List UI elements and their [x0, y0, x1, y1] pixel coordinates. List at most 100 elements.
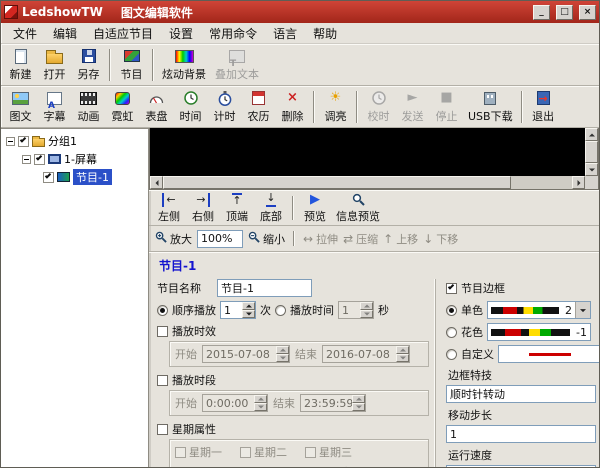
border-effect-select[interactable]: 顺时针转动 — [446, 385, 596, 403]
menu-edit[interactable]: 编辑 — [45, 23, 85, 44]
delete-button[interactable]: × 删除 — [276, 88, 309, 126]
align-right-button[interactable]: → 右侧 — [187, 192, 219, 225]
window-title-doc: 图文编辑软件 — [121, 4, 193, 21]
lunar-label: 农历 — [248, 108, 270, 124]
horizontal-scrollbar — [150, 176, 585, 189]
usb-icon — [484, 92, 496, 105]
align-left-button[interactable]: ← 左侧 — [153, 192, 185, 225]
align-bottom-button[interactable]: ↓ 底部 — [255, 192, 287, 225]
play-time-radio[interactable] — [275, 305, 286, 316]
period-start-value: 2015-07-08 — [203, 346, 276, 362]
tree-group-label[interactable]: 分组1 — [48, 133, 77, 149]
scroll-up-button[interactable] — [585, 128, 598, 141]
zoom-level-field[interactable]: 100% — [197, 230, 243, 248]
menu-language[interactable]: 语言 — [265, 23, 305, 44]
open-button[interactable]: 打开 — [38, 46, 71, 84]
delete-label: 删除 — [282, 108, 304, 124]
vertical-scroll-thumb[interactable] — [585, 141, 598, 163]
color-strip — [491, 307, 559, 314]
preview-canvas[interactable] — [150, 128, 585, 176]
align-top-button[interactable]: ↑ 顶端 — [221, 192, 253, 225]
scroll-down-button[interactable] — [585, 163, 598, 176]
app-logo-icon — [4, 5, 18, 19]
lunar-button[interactable]: 农历 — [242, 88, 275, 126]
animation-button[interactable]: 动画 — [72, 88, 105, 126]
single-color-radio[interactable] — [446, 305, 457, 316]
collapse-icon[interactable] — [6, 137, 15, 146]
range-end-time-picker: 23:59:59 — [300, 394, 366, 412]
exit-button[interactable]: → 退出 — [527, 88, 560, 126]
maximize-button[interactable]: □ — [556, 5, 573, 20]
screen-checkbox[interactable] — [34, 154, 45, 165]
scroll-right-button[interactable] — [572, 176, 585, 189]
play-count-stepper[interactable]: 1 — [220, 301, 256, 319]
multi-color-field[interactable]: -1 — [487, 323, 591, 341]
preview-button[interactable]: ▶ 预览 — [299, 192, 331, 225]
move-down-label: 下移 — [436, 231, 458, 247]
align-right-label: 右侧 — [192, 208, 214, 224]
single-color-label: 单色 — [461, 302, 483, 318]
dial-button[interactable]: 表盘 — [140, 88, 173, 126]
info-preview-button[interactable]: 信息预览 — [333, 192, 383, 225]
scroll-left-button[interactable] — [150, 176, 163, 189]
stretch-label: 拉伸 — [316, 231, 338, 247]
program-button-label: 节目 — [121, 66, 143, 82]
program-name-input[interactable]: 节目-1 — [217, 279, 312, 297]
close-button[interactable]: × — [579, 5, 596, 20]
count-up-button[interactable] — [242, 302, 255, 310]
tree-item-program[interactable]: 节目-1 — [1, 168, 148, 186]
move-step-input[interactable]: 1 — [446, 425, 596, 443]
menu-file[interactable]: 文件 — [5, 23, 45, 44]
single-color-select[interactable]: 2 — [487, 301, 591, 319]
collapse-icon[interactable] — [22, 155, 31, 164]
group-checkbox[interactable] — [18, 136, 29, 147]
menu-settings[interactable]: 设置 — [161, 23, 201, 44]
period-end-value: 2016-07-08 — [323, 346, 396, 362]
week-property-checkbox[interactable] — [157, 424, 168, 435]
new-button[interactable]: 新建 — [4, 46, 37, 84]
menu-adaptive-program[interactable]: 自适应节目 — [85, 23, 161, 44]
usb-download-button[interactable]: USB下载 — [464, 88, 517, 126]
zoom-out-button[interactable]: 缩小 — [248, 231, 285, 247]
dynamic-background-button[interactable]: 炫动背景 — [158, 46, 210, 84]
play-period-checkbox[interactable] — [157, 326, 168, 337]
custom-color-field[interactable] — [498, 345, 599, 363]
multi-color-radio[interactable] — [446, 327, 457, 338]
info-preview-label: 信息预览 — [336, 208, 380, 224]
range-end-value: 23:59:59 — [301, 395, 352, 411]
tree-item-group[interactable]: 分组1 — [1, 132, 148, 150]
menu-help[interactable]: 帮助 — [305, 23, 345, 44]
play-period-label: 播放时效 — [172, 323, 216, 339]
timer-button[interactable]: 计时 — [208, 88, 241, 126]
zoom-in-button[interactable]: 放大 — [155, 231, 192, 247]
tree-item-screen[interactable]: 1-屏幕 — [1, 150, 148, 168]
toolbar-separator — [293, 231, 295, 246]
friday-item: 星期五 — [240, 464, 300, 467]
sequential-play-radio[interactable] — [157, 305, 168, 316]
play-timerange-checkbox[interactable] — [157, 375, 168, 386]
play-time-unit: 秒 — [378, 302, 389, 318]
program-checkbox[interactable] — [43, 172, 54, 183]
tree-program-label[interactable]: 节目-1 — [73, 169, 112, 185]
count-down-button[interactable] — [242, 310, 255, 318]
program-border-checkbox[interactable] — [446, 283, 457, 294]
program-button[interactable]: 节目 — [115, 46, 148, 84]
send-label: 发送 — [402, 108, 424, 124]
run-speed-input[interactable]: 6 — [446, 465, 596, 467]
tree-screen-label[interactable]: 1-屏幕 — [64, 151, 97, 167]
minimize-button[interactable]: _ — [533, 5, 550, 20]
graphic-text-button[interactable]: 图文 — [4, 88, 37, 126]
brightness-button[interactable]: ☀ 调亮 — [319, 88, 352, 126]
custom-color-radio[interactable] — [446, 349, 457, 360]
period-end-date-picker: 2016-07-08 — [322, 345, 410, 363]
time-button[interactable]: 时间 — [174, 88, 207, 126]
subtitle-button[interactable]: A 字幕 — [38, 88, 71, 126]
horizontal-scroll-thumb[interactable] — [163, 176, 511, 189]
period-start-date-picker: 2015-07-08 — [202, 345, 290, 363]
color-dropdown-button[interactable] — [575, 302, 590, 318]
menu-common-commands[interactable]: 常用命令 — [201, 23, 265, 44]
neon-button[interactable]: 霓虹 — [106, 88, 139, 126]
compress-icon: ⇄ — [343, 233, 353, 245]
save-as-button[interactable]: 另存 — [72, 46, 105, 84]
multi-color-value: -1 — [573, 324, 590, 340]
